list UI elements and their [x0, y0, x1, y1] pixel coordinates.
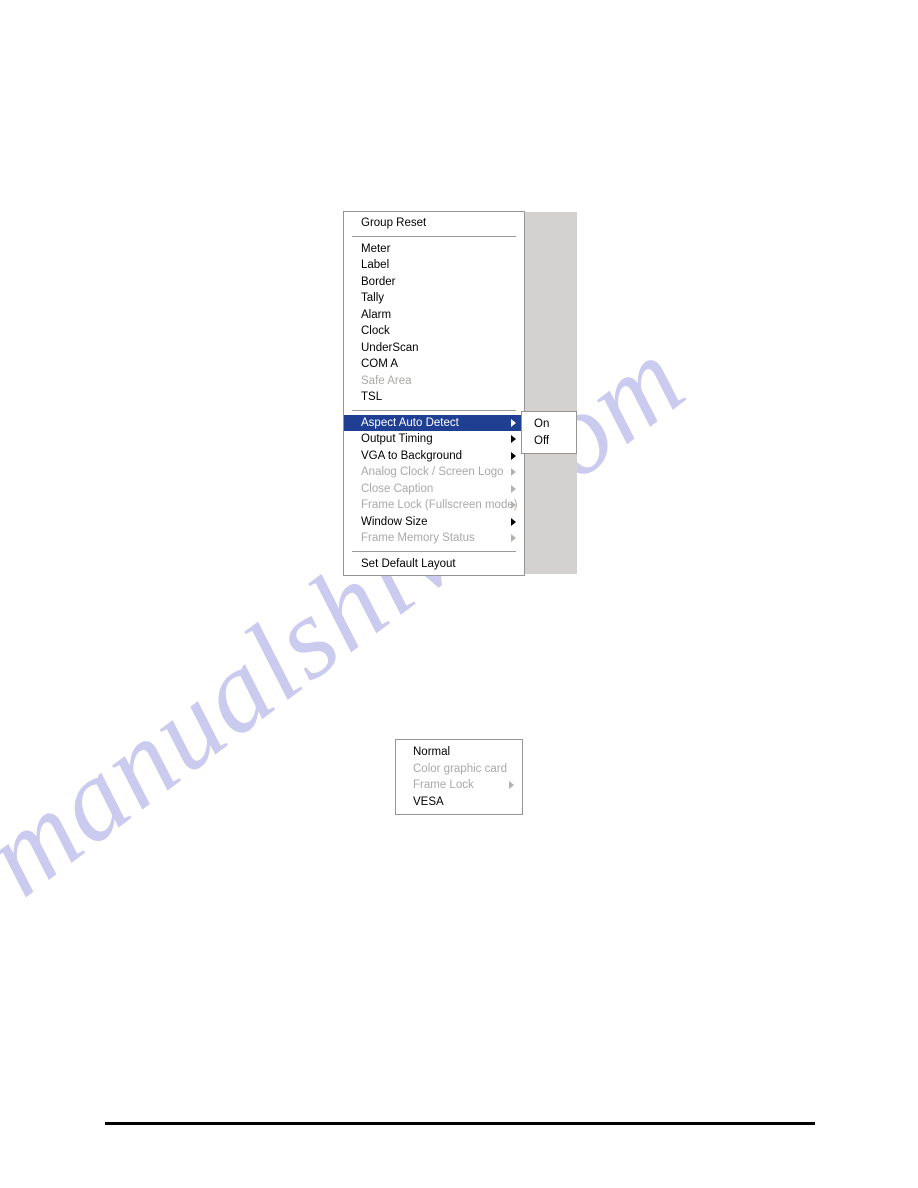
submenu-arrow-icon [509, 781, 514, 790]
menu-item-label: Safe Area [361, 374, 412, 387]
menu-item-label: Alarm [361, 308, 392, 321]
menu-item-close-caption: Close Caption [344, 481, 524, 498]
menu-item-alarm[interactable]: Alarm [344, 307, 524, 324]
menu-item-label: VESA [413, 795, 444, 808]
menu-item-label: Frame Lock (Fullscreen mode) [361, 499, 518, 511]
menu-item-vesa[interactable]: VESA [396, 794, 522, 811]
menu-item-label: Label [361, 259, 390, 271]
menu-item-meter[interactable]: Meter [344, 241, 524, 258]
submenu-arrow-icon [511, 534, 516, 543]
menu-item-label: COM A [361, 358, 399, 370]
menu-item-label: Frame Memory Status [361, 532, 475, 544]
menu-item-output-timing[interactable]: Output Timing [344, 431, 524, 448]
menu-item-label: UnderScan [361, 341, 419, 354]
menu-item-list: Normal Color graphic card Frame Lock VESA [396, 744, 522, 810]
menu-separator [352, 409, 516, 411]
page-watermark: manualshive.com [0, 0, 918, 1188]
menu-item-label: TSL [361, 391, 383, 403]
menu-item-list: On Off [522, 416, 576, 449]
menu-item-label: Output Timing [361, 433, 433, 445]
menu-item-label: Border [361, 275, 396, 288]
menu-drop-shadow [524, 212, 577, 574]
menu-item-label[interactable]: Label [344, 257, 524, 274]
submenu-arrow-icon [511, 451, 516, 460]
menu-item-label: Window Size [361, 515, 428, 528]
menu-item-underscan[interactable]: UnderScan [344, 340, 524, 357]
menu-item-normal[interactable]: Normal [396, 744, 522, 761]
menu-item-label: On [534, 418, 550, 430]
menu-separator [352, 235, 516, 237]
menu-item-aspect-auto-detect[interactable]: Aspect Auto Detect [344, 414, 524, 431]
menu-item-label: Aspect Auto Detect [361, 416, 459, 429]
menu-item-label: Off [534, 434, 550, 447]
layout-context-menu[interactable]: Group Reset Meter Label Border Tally Alarm Cl… [343, 211, 525, 576]
menu-item-label: Normal [413, 746, 451, 758]
menu-item-border[interactable]: Border [344, 274, 524, 291]
menu-item-label: Clock [361, 325, 390, 337]
menu-item-off[interactable]: Off [522, 433, 576, 450]
menu-item-window-size[interactable]: Window Size [344, 514, 524, 531]
menu-item-label: Frame Lock [413, 779, 474, 791]
menu-item-label: Tally [361, 292, 385, 304]
menu-item-label: Color graphic card [413, 762, 507, 775]
menu-item-frame-lock: Frame Lock [396, 777, 522, 794]
menu-item-analog-clock-screen-logo: Analog Clock / Screen Logo [344, 464, 524, 481]
menu-item-clock[interactable]: Clock [344, 323, 524, 340]
submenu-arrow-icon [511, 484, 516, 493]
menu-item-color-graphic-card: Color graphic card [396, 761, 522, 778]
menu-item-com-a[interactable]: COM A [344, 356, 524, 373]
menu-separator [352, 550, 516, 552]
output-timing-submenu[interactable]: Normal Color graphic card Frame Lock VESA [395, 739, 523, 815]
menu-item-label: Meter [361, 242, 391, 255]
menu-item-frame-memory-status: Frame Memory Status [344, 530, 524, 547]
menu-item-frame-lock-fullscreen-mode: Frame Lock (Fullscreen mode) [344, 497, 524, 514]
menu-item-vga-to-background[interactable]: VGA to Background [344, 448, 524, 465]
submenu-arrow-icon [511, 517, 516, 526]
submenu-arrow-icon [511, 468, 516, 477]
menu-item-list: Meter Label Border Tally Alarm Clock UnderScan… [344, 241, 524, 573]
menu-item-label: Analog Clock / Screen Logo [361, 466, 504, 478]
menu-item-group-reset[interactable]: Group Reset [344, 215, 524, 232]
menu-item-tally[interactable]: Tally [344, 290, 524, 307]
menu-item-set-default-layout[interactable]: Set Default Layout [344, 556, 524, 573]
menu-item-tsl[interactable]: TSL [344, 389, 524, 406]
menu-item-label: Set Default Layout [361, 557, 456, 570]
aspect-auto-detect-submenu[interactable]: On Off [521, 411, 577, 454]
menu-item-label: Close Caption [361, 482, 434, 495]
submenu-arrow-icon [511, 418, 516, 427]
submenu-arrow-icon [511, 501, 516, 510]
menu-item-safe-area: Safe Area [344, 373, 524, 390]
menu-item-label: VGA to Background [361, 449, 463, 462]
menu-item-on[interactable]: On [522, 416, 576, 433]
submenu-arrow-icon [511, 435, 516, 444]
page-footer-rule [105, 1122, 815, 1125]
